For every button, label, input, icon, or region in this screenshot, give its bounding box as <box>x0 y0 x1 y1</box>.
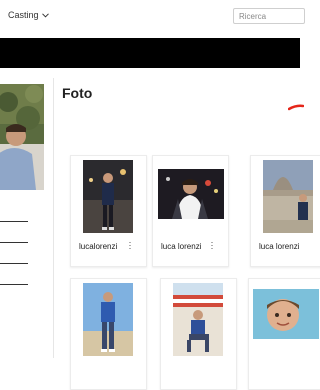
divider <box>0 263 28 264</box>
photo-thumbnail[interactable] <box>83 160 133 233</box>
photo-thumbnail[interactable] <box>158 169 224 219</box>
divider <box>0 242 28 243</box>
search-input[interactable] <box>233 8 305 24</box>
photo-thumbnail[interactable] <box>253 289 319 339</box>
photo-card[interactable]: lucalorenzi · · · <box>70 155 147 267</box>
casting-dropdown-label: Casting <box>8 10 39 20</box>
photo-card[interactable] <box>160 278 237 390</box>
photo-thumbnail[interactable] <box>263 160 313 233</box>
photo-author: luca lorenzi <box>161 242 202 251</box>
page-title: Foto <box>62 85 93 101</box>
photo-card[interactable] <box>248 278 320 390</box>
divider <box>0 221 28 222</box>
photo-card[interactable]: luca lorenzi <box>250 155 320 267</box>
photo-card[interactable] <box>70 278 147 390</box>
divider <box>0 284 28 285</box>
column-divider <box>53 78 54 358</box>
photo-card[interactable]: luca lorenzi · · · <box>152 155 229 267</box>
photo-author: luca lorenzi <box>259 242 300 251</box>
top-navigation-bar: Casting <box>0 0 305 38</box>
red-decoration <box>287 100 305 116</box>
casting-dropdown[interactable]: Casting <box>8 10 49 20</box>
photo-author: lucalorenzi <box>79 242 118 251</box>
header-banner <box>0 38 300 68</box>
profile-photo <box>0 84 44 190</box>
photo-thumbnail[interactable] <box>173 283 223 356</box>
kebab-menu-icon[interactable]: · · · <box>128 238 132 253</box>
chevron-down-icon <box>41 11 49 20</box>
kebab-menu-icon[interactable]: · · · <box>210 238 214 253</box>
photo-thumbnail[interactable] <box>83 283 133 356</box>
